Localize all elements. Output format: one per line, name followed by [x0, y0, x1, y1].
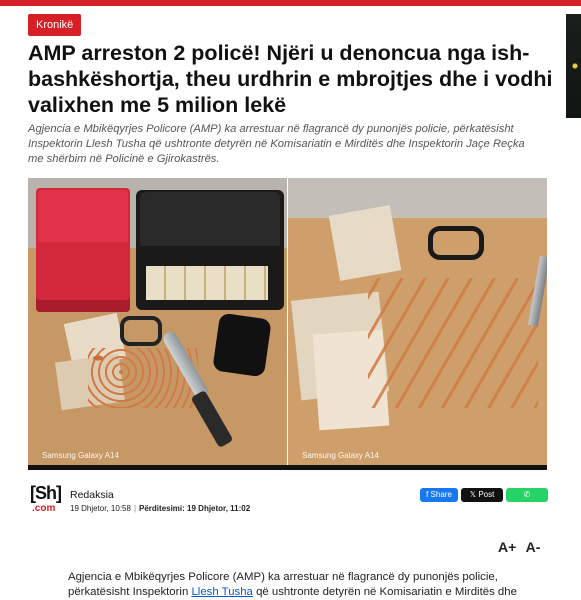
author-name[interactable]: Redaksia [70, 489, 114, 501]
article-headline: AMP arreston 2 policë! Njëri u denoncua … [28, 41, 553, 117]
updated-date: 19 Dhjetor, 11:02 [187, 504, 251, 513]
site-logo[interactable]: [Sh] .com [30, 483, 62, 517]
article-photo-right[interactable]: Samsung Galaxy A14 [288, 178, 547, 466]
category-badge[interactable]: Kronikë [28, 14, 82, 36]
logo-sh-text: [Sh] [30, 483, 62, 503]
updated-label: Përditesimi: [139, 504, 185, 513]
font-decrease-button[interactable]: A- [524, 538, 542, 556]
side-ad-image[interactable] [566, 14, 581, 118]
photo-watermark-right: Samsung Galaxy A14 [302, 451, 379, 460]
article-photo-left[interactable]: Samsung Galaxy A14 [28, 178, 287, 466]
share-x-button[interactable]: 𝕏 Post [461, 488, 503, 502]
photo-watermark-left: Samsung Galaxy A14 [42, 451, 119, 460]
article-lead: Agjencia e Mbikëqyrjes Policore (AMP) ka… [28, 123, 525, 165]
publish-meta: 19 Dhjetor, 10:58 | Përditesimi: 19 Dhjeto… [70, 504, 251, 513]
publish-date: 19 Dhjetor, 10:58 [70, 504, 131, 513]
logo-com-text: .com [32, 503, 56, 514]
top-brand-bar [0, 0, 581, 6]
photo-caption-strip [28, 465, 547, 470]
article-body: Agjencia e Mbikëqyrjes Policore (AMP) ka… [68, 570, 538, 600]
share-whatsapp-button[interactable]: ✆ [506, 488, 548, 502]
body-link-llesh-tusha[interactable]: Llesh Tusha [191, 586, 252, 598]
font-increase-button[interactable]: A+ [498, 538, 516, 556]
body-text-after-link: që ushtronte detyrën në Komisariatin e M… [252, 586, 517, 598]
share-facebook-button[interactable]: f Share [420, 488, 458, 502]
